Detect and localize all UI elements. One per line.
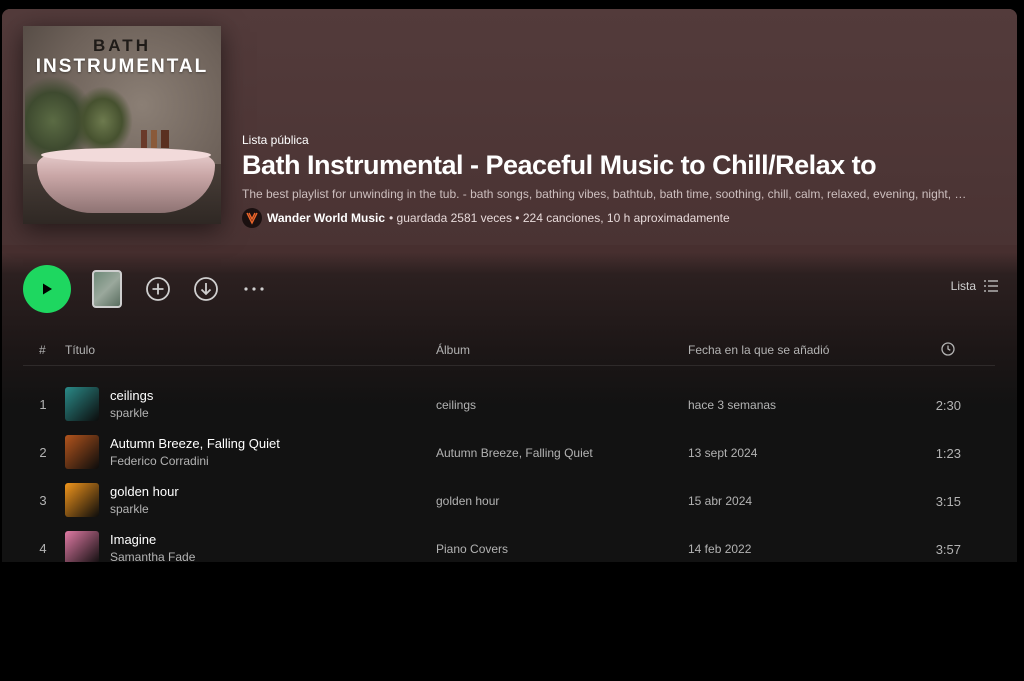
track-duration: 3:15 bbox=[935, 494, 961, 509]
playlist-stats: • guardada 2581 veces • 224 canciones, 1… bbox=[389, 211, 730, 225]
track-thumbnail bbox=[65, 483, 99, 517]
track-artist[interactable]: sparkle bbox=[110, 406, 149, 420]
cover-plant bbox=[73, 86, 133, 156]
plus-circle-icon[interactable] bbox=[145, 276, 171, 302]
track-duration: 2:30 bbox=[935, 398, 961, 413]
play-button[interactable] bbox=[23, 265, 71, 313]
owner-avatar[interactable] bbox=[242, 208, 262, 228]
play-icon bbox=[43, 283, 52, 295]
playlist-cover-image[interactable]: BATH INSTRUMENTAL bbox=[23, 26, 221, 224]
track-artist[interactable]: sparkle bbox=[110, 502, 149, 516]
download-icon[interactable] bbox=[193, 276, 219, 302]
more-dots-icon[interactable] bbox=[241, 276, 267, 302]
cover-title-line1: BATH bbox=[93, 36, 151, 55]
track-album[interactable]: Piano Covers bbox=[436, 542, 508, 556]
track-album[interactable]: golden hour bbox=[436, 494, 499, 508]
track-date-added: 13 sept 2024 bbox=[688, 446, 758, 460]
header-duration[interactable] bbox=[941, 342, 955, 359]
header-title[interactable]: Título bbox=[65, 343, 95, 357]
track-row[interactable]: 3 golden hour sparkle golden hour 15 abr 202… bbox=[23, 479, 995, 523]
track-number: 4 bbox=[39, 541, 47, 556]
playlist-title[interactable]: Bath Instrumental - Peaceful Music to Ch… bbox=[242, 150, 1002, 181]
track-date-added: 14 feb 2022 bbox=[688, 542, 752, 556]
track-number: 2 bbox=[39, 445, 47, 460]
header-number: # bbox=[39, 343, 46, 357]
track-thumbnail bbox=[65, 387, 99, 421]
list-view-icon bbox=[984, 280, 998, 292]
track-title[interactable]: ceilings bbox=[110, 388, 153, 403]
clock-icon bbox=[941, 342, 955, 356]
action-bar: Lista bbox=[23, 265, 998, 315]
playlist-type: Lista pública bbox=[242, 133, 309, 147]
cover-bottles bbox=[141, 130, 175, 148]
track-thumbnail bbox=[65, 531, 99, 562]
track-duration: 1:23 bbox=[935, 446, 961, 461]
track-thumbnail bbox=[65, 435, 99, 469]
view-toggle-button[interactable]: Lista bbox=[951, 279, 998, 293]
track-artist[interactable]: Samantha Fade bbox=[110, 550, 195, 562]
playlist-description: The best playlist for unwinding in the t… bbox=[242, 187, 972, 201]
track-title[interactable]: Imagine bbox=[110, 532, 156, 547]
header-date-added[interactable]: Fecha en la que se añadió bbox=[688, 343, 829, 357]
track-date-added: hace 3 semanas bbox=[688, 398, 777, 412]
track-album[interactable]: Autumn Breeze, Falling Quiet bbox=[436, 446, 593, 460]
playlist-owner-line: Wander World Music • guardada 2581 veces… bbox=[242, 208, 1002, 228]
playlist-view: BATH INSTRUMENTAL Lista pública Bath Ins… bbox=[2, 9, 1017, 562]
cover-title-line2: INSTRUMENTAL bbox=[35, 56, 209, 77]
track-artist[interactable]: Federico Corradini bbox=[110, 454, 209, 468]
track-row[interactable]: 4 Imagine Samantha Fade Piano Covers 14 feb … bbox=[23, 527, 995, 562]
header-album[interactable]: Álbum bbox=[436, 343, 470, 357]
playlist-owner-link[interactable]: Wander World Music bbox=[267, 211, 385, 225]
track-title[interactable]: Autumn Breeze, Falling Quiet bbox=[110, 436, 280, 451]
track-row[interactable]: 1 ceilings sparkle ceilings hace 3 semanas 2:… bbox=[23, 383, 995, 427]
track-number: 1 bbox=[39, 397, 47, 412]
owner-logo-icon bbox=[246, 212, 258, 225]
track-date-added: 15 abr 2024 bbox=[688, 494, 753, 508]
cover-bathtub-rim bbox=[41, 148, 211, 162]
track-duration: 3:57 bbox=[935, 542, 961, 557]
view-toggle-label: Lista bbox=[950, 279, 976, 293]
playlist-mini-cover-button[interactable] bbox=[92, 270, 122, 308]
tracklist-header: # Título Álbum Fecha en la que se añadió bbox=[23, 339, 995, 366]
playlist-meta: Lista pública Bath Instrumental - Peacef… bbox=[242, 133, 1002, 228]
track-number: 3 bbox=[39, 493, 47, 508]
track-row[interactable]: 2 Autumn Breeze, Falling Quiet Federico Co… bbox=[23, 431, 995, 475]
track-album[interactable]: ceilings bbox=[436, 398, 476, 412]
track-title[interactable]: golden hour bbox=[110, 484, 179, 499]
